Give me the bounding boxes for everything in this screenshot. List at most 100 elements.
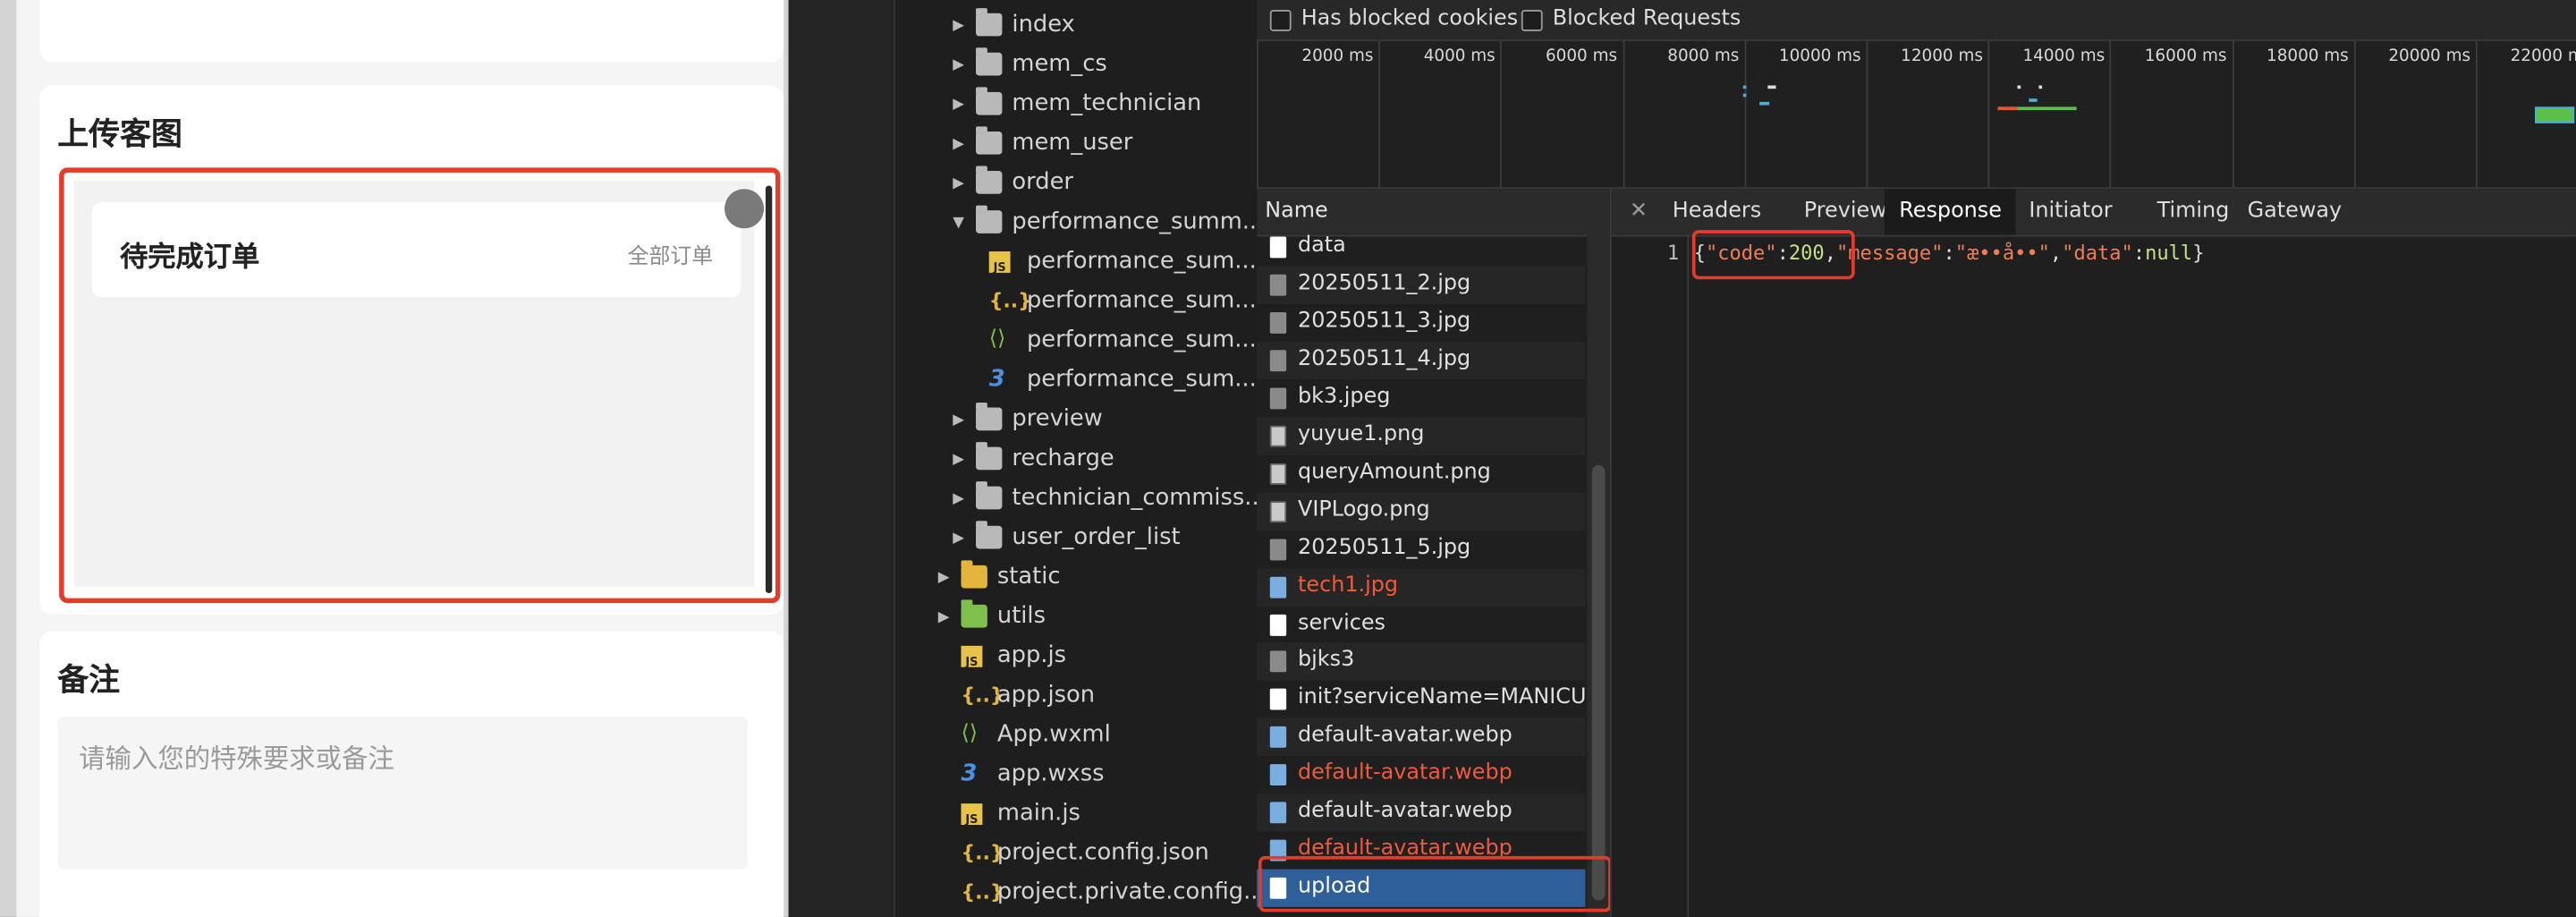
file-tree-item[interactable]: {..} project.private.config... bbox=[789, 874, 1257, 913]
file-tree-item[interactable]: {..} performance_sum... bbox=[789, 283, 1257, 322]
request-name: default-avatar.webp bbox=[1298, 760, 1513, 786]
blocked-requests-label[interactable]: Blocked Requests bbox=[1553, 6, 1741, 31]
close-icon[interactable]: ✕ bbox=[1630, 199, 1648, 224]
request-row[interactable]: data bbox=[1257, 228, 1585, 266]
timeline-tick-label: 4000 ms bbox=[1423, 47, 1496, 66]
json-value-message: "æ••å••" bbox=[1954, 241, 2050, 265]
request-row[interactable]: tech1.jpg bbox=[1257, 567, 1586, 606]
request-list-scrollbar[interactable] bbox=[1587, 234, 1610, 917]
file-tree-item[interactable]: ▶ mem_user bbox=[789, 125, 1257, 165]
request-row[interactable]: default-avatar.webp bbox=[1257, 756, 1585, 794]
file-tree-item[interactable]: ▶ mem_technician bbox=[789, 86, 1257, 125]
folder-icon bbox=[961, 560, 987, 589]
network-overview-timeline[interactable]: 2000 ms 4000 ms 6000 ms 8000 ms 10000 ms 1200… bbox=[1257, 40, 2576, 190]
request-row[interactable]: 20250511_2.jpg bbox=[1257, 266, 1586, 304]
request-row[interactable]: 20250511_4.jpg bbox=[1257, 341, 1586, 379]
tab-initiator[interactable]: Initiator bbox=[2014, 189, 2127, 234]
folder-icon bbox=[976, 87, 1003, 115]
file-tree-item-label: performance_summ... bbox=[1012, 208, 1258, 235]
file-tree-item[interactable]: ▶ utils bbox=[789, 599, 1257, 638]
request-row[interactable]: queryAmount.png bbox=[1257, 454, 1585, 492]
file-tree-item[interactable]: ▶ static bbox=[789, 558, 1257, 598]
upload-area[interactable]: 待完成订单 全部订单 bbox=[73, 181, 773, 594]
tab-response[interactable]: Response bbox=[1884, 189, 2017, 235]
file-tree-item[interactable]: JS app.js bbox=[789, 638, 1257, 677]
chevron-down-icon[interactable]: ▼ bbox=[953, 204, 969, 243]
file-tree-item[interactable]: ▶ mem_cs bbox=[789, 46, 1257, 85]
file-tree-item[interactable]: ▶ technician_commiss... bbox=[789, 480, 1257, 519]
timeline-bar bbox=[2017, 85, 2021, 89]
request-row[interactable]: bjks3 bbox=[1257, 642, 1586, 682]
chevron-right-icon[interactable]: ▶ bbox=[953, 480, 969, 519]
request-row[interactable]: bk3.jpeg bbox=[1257, 379, 1585, 417]
chevron-right-icon[interactable]: ▶ bbox=[953, 165, 969, 204]
request-row[interactable]: 20250511_3.jpg bbox=[1257, 304, 1585, 342]
chevron-right-icon[interactable]: ▶ bbox=[953, 125, 969, 165]
tab-timing[interactable]: Timing bbox=[2142, 189, 2244, 234]
blocked-cookies-label[interactable]: Has blocked cookies bbox=[1301, 6, 1519, 31]
json-key-data: "data" bbox=[2062, 241, 2133, 265]
remark-textarea[interactable]: 请输入您的特殊要求或备注 bbox=[57, 716, 748, 870]
file-tree-item[interactable]: ▶ recharge bbox=[789, 440, 1257, 480]
remark-placeholder: 请输入您的特殊要求或备注 bbox=[79, 743, 394, 775]
timeline-tick: 20000 ms bbox=[2353, 40, 2478, 188]
request-row[interactable]: default-avatar.webp bbox=[1257, 718, 1586, 757]
request-row[interactable]: default-avatar.webp bbox=[1257, 794, 1586, 832]
chevron-right-icon[interactable]: ▶ bbox=[953, 6, 969, 46]
tab-headers[interactable]: Headers bbox=[1657, 189, 1775, 234]
folder-icon bbox=[976, 126, 1003, 155]
request-name: default-avatar.webp bbox=[1298, 799, 1513, 824]
chevron-right-icon[interactable]: ▶ bbox=[953, 440, 969, 480]
request-row[interactable]: 20250511_5.jpg bbox=[1257, 531, 1585, 568]
file-tree-item-label: user_order_list bbox=[1012, 523, 1181, 551]
request-row[interactable]: services bbox=[1257, 606, 1585, 643]
image-icon bbox=[1269, 274, 1287, 296]
file-tree-item[interactable]: ▶ user_order_list bbox=[789, 519, 1257, 558]
chevron-right-icon[interactable]: ▶ bbox=[938, 558, 954, 598]
file-tree-item[interactable]: JS performance_sum... bbox=[789, 243, 1257, 283]
chevron-right-icon[interactable]: ▶ bbox=[953, 86, 969, 125]
chevron-right-icon[interactable]: ▶ bbox=[953, 401, 969, 440]
blocked-requests-checkbox[interactable] bbox=[1521, 10, 1543, 31]
image-icon bbox=[1269, 538, 1287, 560]
file-tree-item-label: performance_sum... bbox=[1026, 327, 1257, 353]
request-name: queryAmount.png bbox=[1298, 459, 1491, 485]
tab-gateway[interactable]: Gateway bbox=[2233, 189, 2357, 234]
request-name: bk3.jpeg bbox=[1298, 384, 1391, 409]
file-tree-item[interactable]: ▼ performance_summ... bbox=[789, 204, 1257, 243]
chevron-right-icon[interactable]: ▶ bbox=[938, 599, 954, 638]
request-detail-pane: ✕ Headers Preview Response Initiator Timing G… bbox=[1611, 189, 2576, 917]
wxml-file-icon: ⟨⟩ bbox=[988, 327, 1006, 352]
file-tree-item[interactable]: ▶ preview bbox=[789, 401, 1257, 440]
file-tree-item[interactable]: {..} app.json bbox=[789, 677, 1257, 717]
file-tree-item[interactable]: 3 performance_sum... bbox=[789, 361, 1257, 401]
blocked-cookies-checkbox[interactable] bbox=[1269, 10, 1292, 31]
file-tree-item-label: performance_sum... bbox=[1026, 287, 1257, 314]
file-tree-item[interactable]: {..} project.config.json bbox=[789, 835, 1257, 874]
chevron-right-icon[interactable]: ▶ bbox=[953, 519, 969, 558]
request-row[interactable]: VIPLogo.png bbox=[1257, 492, 1586, 531]
upload-row-highlight bbox=[1258, 855, 1610, 913]
scrollbar[interactable] bbox=[765, 185, 773, 594]
folder-icon bbox=[976, 8, 1003, 37]
file-tree-item[interactable]: JS main.js bbox=[789, 795, 1257, 835]
file-tree-item[interactable]: 3 app.wxss bbox=[789, 756, 1257, 795]
request-name: services bbox=[1298, 610, 1385, 635]
json-colon: : bbox=[1943, 241, 1955, 265]
all-orders-link[interactable]: 全部订单 bbox=[628, 238, 714, 270]
request-row[interactable]: init?serviceName=MANICUR... bbox=[1257, 681, 1610, 718]
chevron-right-icon[interactable]: ▶ bbox=[953, 46, 969, 85]
file-tree-item[interactable]: ⟨⟩ App.wxml bbox=[789, 717, 1257, 756]
pending-orders-card[interactable]: 待完成订单 全部订单 bbox=[91, 201, 741, 298]
file-tree-item[interactable]: ⟨⟩ performance_sum... bbox=[789, 322, 1257, 361]
request-row[interactable]: yuyue1.png bbox=[1257, 417, 1586, 455]
file-tree-item[interactable]: ▶ index bbox=[789, 6, 1257, 46]
file-tree-item[interactable]: ▶ order bbox=[789, 165, 1257, 204]
timeline-tick-label: 12000 ms bbox=[1901, 47, 1983, 66]
document-icon bbox=[1269, 236, 1287, 259]
timeline-tick-label: 14000 ms bbox=[2022, 47, 2106, 66]
timeline-tick: 14000 ms bbox=[1987, 40, 2112, 188]
floating-dot[interactable] bbox=[724, 189, 765, 229]
file-tree-item-label: App.wxml bbox=[996, 721, 1111, 748]
scroll-thumb[interactable] bbox=[1591, 464, 1606, 901]
